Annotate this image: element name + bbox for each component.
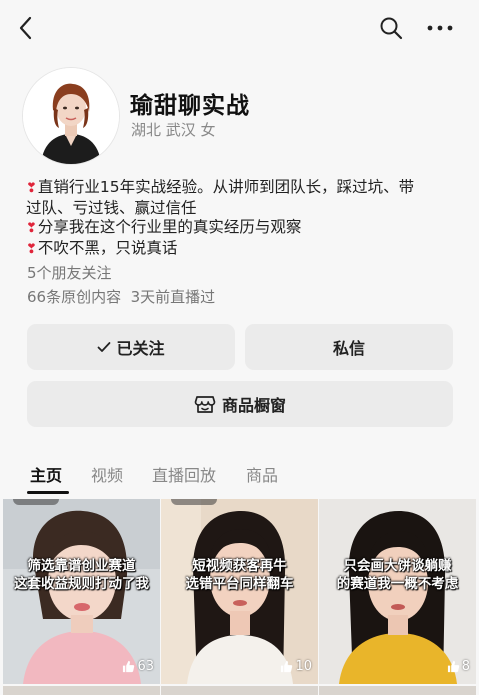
video-caption: 筛选靠谱创业赛道 这套收益规则打动了我	[14, 558, 149, 592]
video-tag	[171, 499, 217, 505]
message-label: 私信	[332, 339, 365, 358]
next-row-preview	[161, 686, 318, 695]
next-row-preview	[319, 686, 476, 695]
tab-home[interactable]: 主页	[30, 462, 62, 486]
search-button[interactable]	[374, 12, 408, 44]
shop-icon	[194, 396, 216, 413]
shop-window-label: 商品橱窗	[221, 396, 286, 415]
video-tag	[13, 499, 59, 505]
following-button[interactable]: 已关注	[27, 324, 235, 370]
video-caption: 只会画大饼谈躺赚 的赛道我一概不考虑	[336, 558, 459, 592]
more-icon	[427, 25, 453, 31]
avatar[interactable]	[22, 67, 120, 165]
shop-window-button[interactable]: 商品橱窗	[27, 381, 453, 427]
video-thumbnail[interactable]: 短视频获客再牛 选错平台同样翻车 10	[161, 499, 318, 684]
heart-exclamation-icon: ❣	[26, 181, 37, 196]
friends-following[interactable]: 5个朋友关注	[27, 262, 112, 283]
next-row-preview	[3, 686, 160, 695]
video-caption: 短视频获客再牛 选错平台同样翻车	[185, 558, 294, 592]
tab-products[interactable]: 商品	[246, 462, 278, 486]
bio-line: ❣分享我在这个行业里的真实经历与观察	[26, 218, 302, 236]
thumbs-up-icon	[123, 660, 135, 673]
heart-exclamation-icon: ❣	[26, 221, 37, 236]
heart-exclamation-icon: ❣	[26, 241, 37, 257]
profile-name: 瑜甜聊实战	[130, 93, 250, 119]
bio-line: 过队、亏过钱、赢过信任	[26, 198, 197, 217]
video-thumbnail[interactable]: 只会画大饼谈躺赚 的赛道我一概不考虑 8	[319, 499, 476, 684]
like-count: 63	[122, 659, 154, 674]
thumbs-up-icon	[281, 660, 293, 673]
active-tab-indicator	[27, 491, 69, 494]
bio-line: ❣直销行业15年实战经验。从讲师到团队长，踩过坑、带	[26, 178, 415, 196]
video-thumbnail[interactable]: 筛选靠谱创业赛道 这套收益规则打动了我 63	[3, 499, 160, 684]
tab-live-replay[interactable]: 直播回放	[152, 462, 216, 486]
like-count: 10	[280, 659, 312, 674]
bio-line: ❣不吹不黑，只说真话	[26, 238, 178, 257]
video-grid: 筛选靠谱创业赛道 这套收益规则打动了我 63 短视频获客再牛 选错平台同样翻车 …	[0, 499, 479, 695]
profile-bio: ❣直销行业15年实战经验。从讲师到团队长，踩过坑、带 过队、亏过钱、赢过信任 ❣…	[26, 178, 456, 259]
avatar-portrait	[23, 68, 119, 164]
profile-location: 湖北 武汉 女	[131, 121, 216, 139]
check-icon	[98, 342, 111, 352]
back-button[interactable]	[10, 14, 42, 42]
thumbs-up-icon	[447, 660, 459, 673]
profile-tabs: 主页 视频 直播回放 商品	[0, 462, 479, 494]
like-count: 8	[447, 659, 470, 674]
top-bar	[0, 0, 479, 56]
tab-videos[interactable]: 视频	[91, 462, 123, 486]
message-button[interactable]: 私信	[245, 324, 453, 370]
search-icon	[380, 17, 403, 40]
profile-stats: 66条原创内容 3天前直播过	[27, 288, 216, 306]
chevron-left-icon	[19, 16, 32, 40]
following-label: 已关注	[116, 339, 165, 358]
more-button[interactable]	[420, 12, 460, 44]
